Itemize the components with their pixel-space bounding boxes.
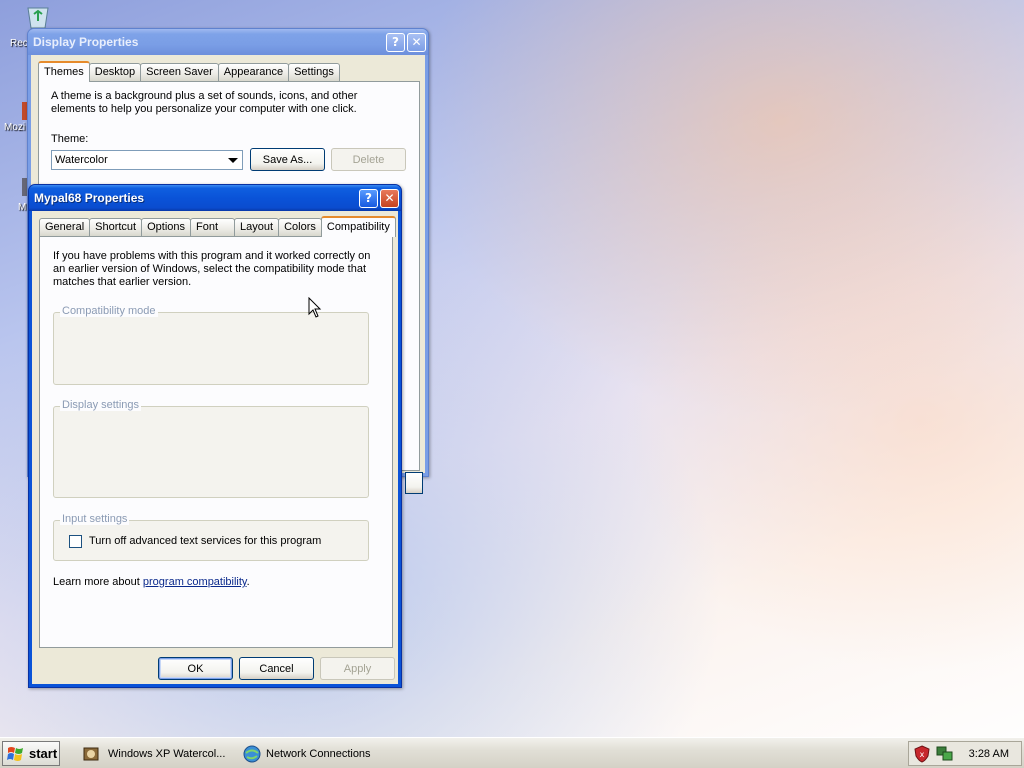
windows-logo-icon: [7, 746, 23, 761]
theme-dropdown[interactable]: Watercolor: [51, 150, 243, 170]
security-shield-icon[interactable]: x: [913, 744, 931, 763]
tab-themes[interactable]: Themes: [38, 61, 90, 82]
delete-button[interactable]: Delete: [331, 148, 406, 171]
theme-dropdown-value: Watercolor: [55, 154, 108, 166]
compatibility-description: If you have problems with this program a…: [53, 250, 371, 288]
mouse-cursor-icon: [308, 297, 322, 318]
mypal-properties-titlebar[interactable]: Mypal68 Properties ? ✕: [29, 185, 401, 211]
learn-more-prefix: Learn more about: [53, 576, 143, 588]
network-status-icon[interactable]: [935, 745, 955, 763]
svg-text:x: x: [920, 750, 925, 759]
display-properties-tabs: Themes Desktop Screen Saver Appearance S…: [38, 61, 340, 82]
tab-shortcut[interactable]: Shortcut: [89, 218, 143, 236]
learn-more-suffix: .: [246, 576, 250, 588]
cancel-button[interactable]: Cancel: [239, 657, 314, 680]
display-settings-group: Display settings: [53, 399, 369, 498]
hidden-apply-button-edge[interactable]: [405, 472, 423, 494]
desktop-icon-label: M: [18, 202, 27, 213]
tab-general[interactable]: General: [39, 218, 91, 236]
theme-label: Theme:: [51, 133, 89, 145]
network-icon: [243, 745, 261, 763]
display-properties-titlebar[interactable]: Display Properties ? ✕: [28, 29, 428, 55]
chevron-down-icon: [228, 158, 238, 163]
tab-options[interactable]: Options: [141, 218, 192, 236]
taskbar-item-windows-xp-watercolor[interactable]: Windows XP Watercol...: [78, 742, 228, 766]
tab-settings[interactable]: Settings: [288, 63, 340, 81]
mypal-properties-tabs: General Shortcut Options Font Layout Col…: [39, 216, 396, 237]
tab-desktop[interactable]: Desktop: [88, 63, 142, 81]
group-title: Input settings: [60, 513, 130, 525]
clock: 3:28 AM: [968, 747, 1009, 760]
close-button[interactable]: ✕: [380, 188, 399, 208]
system-tray: x 3:28 AM: [908, 741, 1022, 766]
close-button[interactable]: ✕: [407, 32, 426, 52]
learn-more-line: Learn more about program compatibility.: [53, 576, 250, 588]
tab-compatibility[interactable]: Compatibility: [320, 216, 396, 237]
compatibility-mode-group: Compatibility mode: [53, 305, 369, 385]
program-compatibility-link[interactable]: program compatibility: [143, 576, 247, 588]
window-title: Display Properties: [33, 35, 139, 49]
taskbar-item-label: Windows XP Watercol...: [108, 748, 226, 760]
app-icon: [83, 747, 99, 761]
turn-off-text-services-label[interactable]: Turn off advanced text services for this…: [89, 535, 321, 547]
desktop-icon-label: Mozi: [4, 122, 26, 133]
apply-button[interactable]: Apply: [320, 657, 395, 680]
taskbar-item-label: Network Connections: [266, 748, 371, 760]
turn-off-text-services-checkbox[interactable]: [69, 535, 82, 548]
tab-appearance[interactable]: Appearance: [217, 63, 290, 81]
help-button[interactable]: ?: [359, 188, 378, 208]
start-button[interactable]: start: [2, 741, 60, 766]
input-settings-group: Input settings Turn off advanced text se…: [53, 513, 369, 561]
window-title: Mypal68 Properties: [34, 191, 145, 205]
taskbar: start Windows XP Watercol... Network Con…: [0, 737, 1024, 768]
recycle-bin-icon: [27, 7, 49, 29]
start-label: start: [29, 746, 58, 761]
help-button[interactable]: ?: [386, 32, 405, 52]
compatibility-panel: If you have problems with this program a…: [39, 236, 393, 648]
tab-layout[interactable]: Layout: [234, 218, 280, 236]
tab-font[interactable]: Font: [190, 218, 236, 236]
taskbar-item-network-connections[interactable]: Network Connections: [238, 742, 388, 766]
save-as-button[interactable]: Save As...: [250, 148, 325, 171]
mypal-properties-window[interactable]: Mypal68 Properties ? ✕ General Shortcut …: [28, 184, 402, 688]
group-title: Compatibility mode: [60, 305, 158, 317]
desktop-icon-label: Rec: [10, 38, 28, 49]
themes-description: A theme is a background plus a set of so…: [51, 90, 358, 115]
mypal-properties-client: General Shortcut Options Font Layout Col…: [32, 211, 398, 684]
ok-button[interactable]: OK: [158, 657, 233, 680]
tab-colors[interactable]: Colors: [278, 218, 322, 236]
tab-screen-saver[interactable]: Screen Saver: [140, 63, 219, 81]
group-title: Display settings: [60, 399, 142, 411]
